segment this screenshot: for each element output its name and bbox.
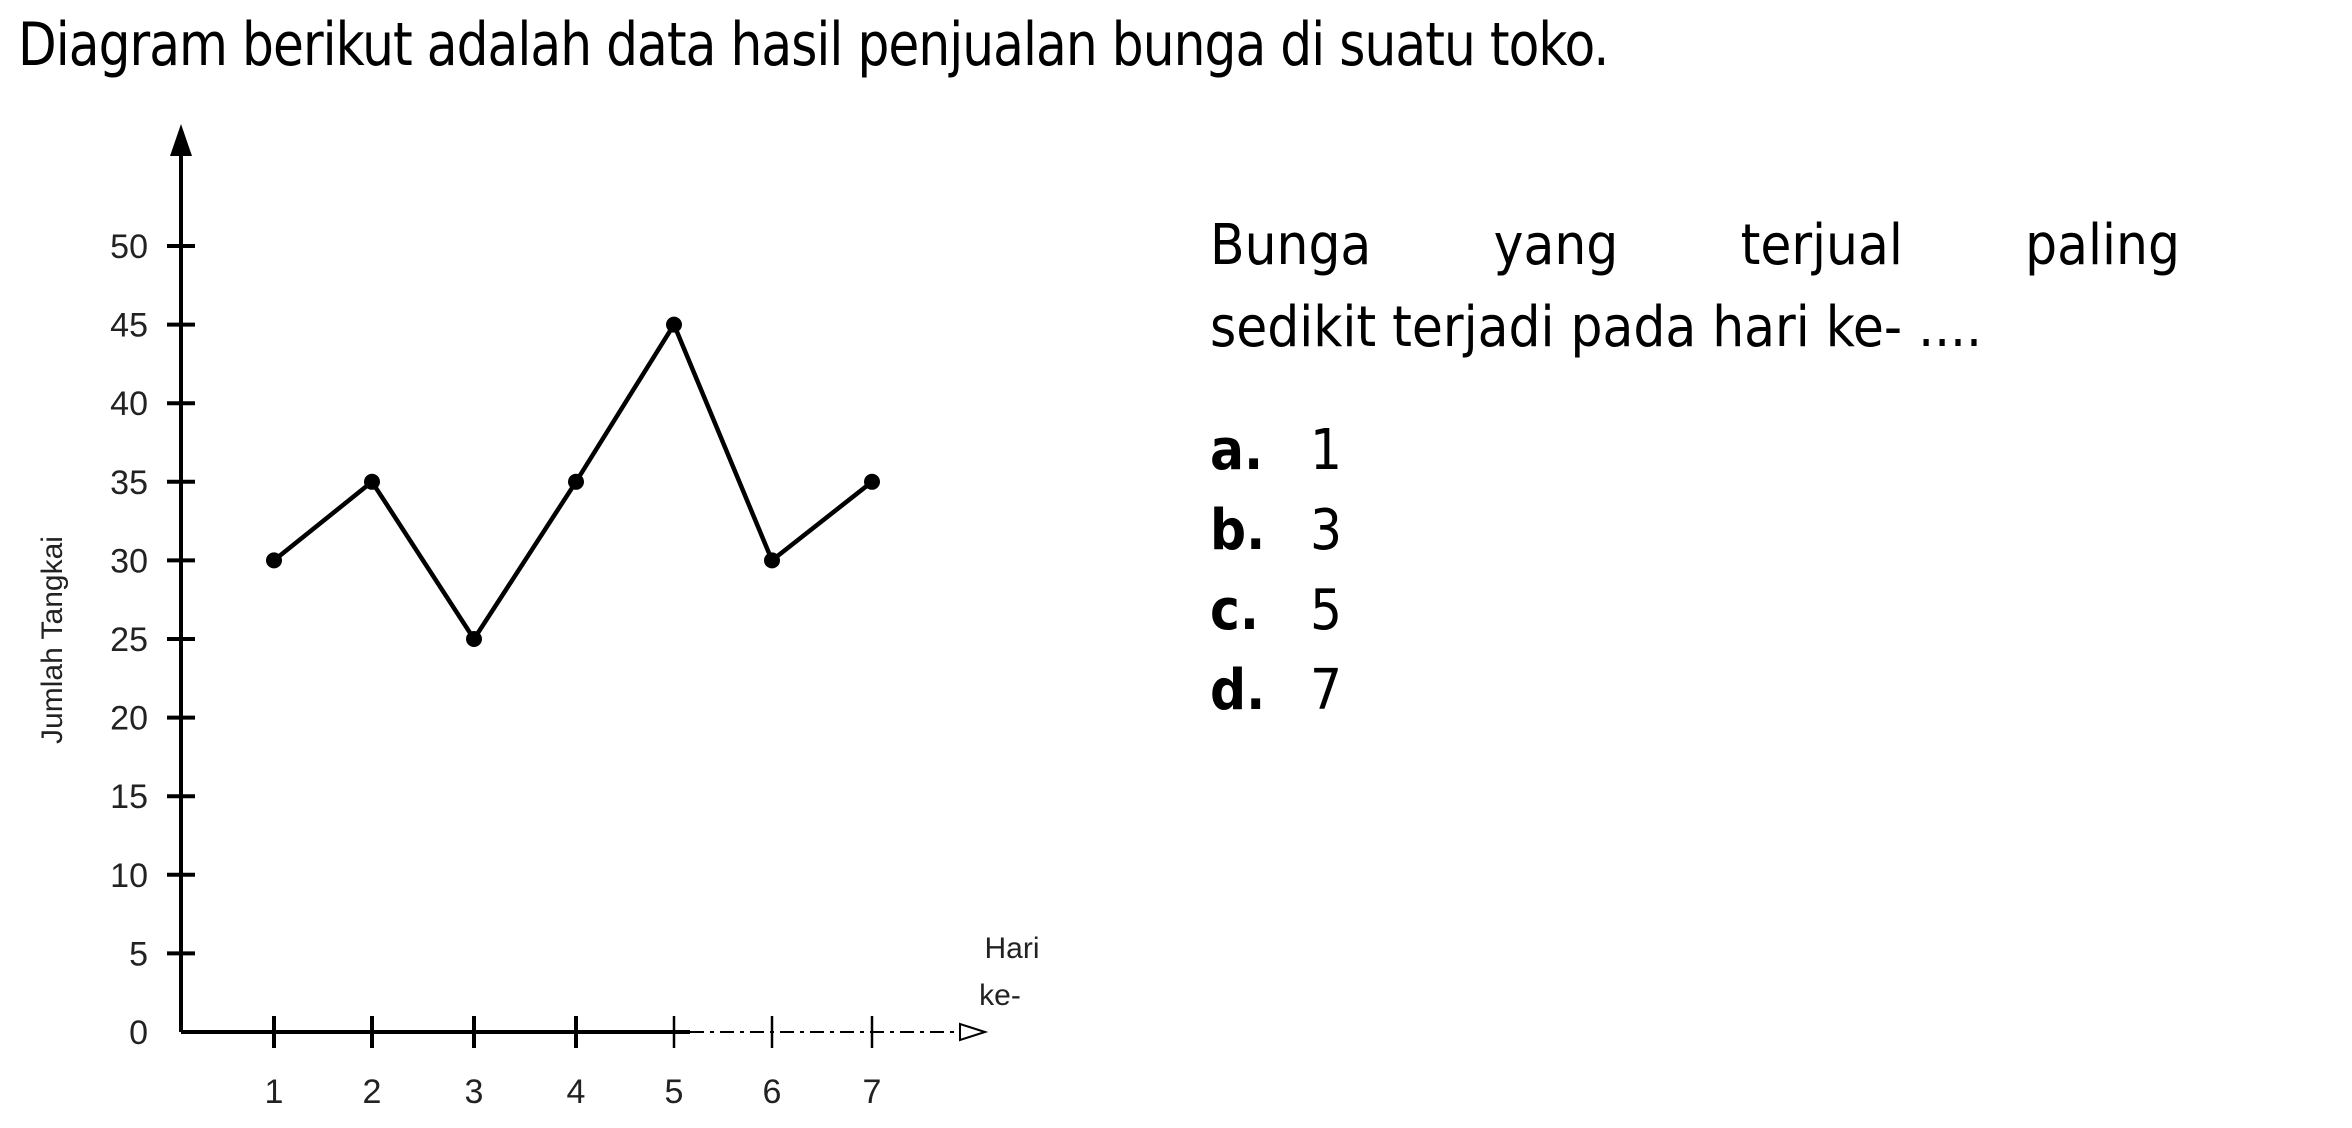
y-tick-label: 25 <box>110 621 148 659</box>
data-point <box>864 473 880 490</box>
option-value: 1 <box>1310 417 1343 483</box>
option-letter: c. <box>1210 577 1259 643</box>
question-word: terjual <box>1740 213 1903 278</box>
y-axis-arrow-icon <box>170 124 192 156</box>
data-point <box>764 552 780 569</box>
question-line-1: Bunga yang terjual paling <box>1210 205 2180 287</box>
y-tick-label: 10 <box>110 857 148 895</box>
x-tick-label: 5 <box>665 1073 684 1111</box>
option-value: 3 <box>1310 497 1343 563</box>
option-b[interactable]: b. 3 <box>1210 490 1342 570</box>
x-tick-label: 1 <box>265 1073 284 1111</box>
axes <box>170 124 989 1042</box>
series <box>266 316 880 647</box>
option-c[interactable]: c. 5 <box>1210 570 1342 650</box>
x-axis-arrow-icon <box>959 1022 989 1042</box>
option-letter: a. <box>1210 417 1264 483</box>
y-tick-label: 40 <box>110 385 148 423</box>
answer-options: a. 1 b. 3 c. 5 d. 7 <box>1210 410 1342 730</box>
y-tick-label: 15 <box>110 778 148 816</box>
x-tick-label: 6 <box>763 1073 782 1111</box>
question-text: Bunga yang terjual paling sedikit terjad… <box>1210 205 2210 369</box>
y-tick-label: 0 <box>129 1014 148 1052</box>
data-point <box>266 552 282 569</box>
y-tick-label: 35 <box>110 464 148 502</box>
x-tick-label: 3 <box>465 1073 484 1111</box>
question-line-2: sedikit terjadi pada hari ke- .... <box>1210 295 1983 360</box>
data-point <box>364 473 380 490</box>
option-letter: d. <box>1210 657 1266 723</box>
data-point <box>466 631 482 647</box>
y-tick-label: 5 <box>129 935 148 973</box>
data-point <box>568 473 584 490</box>
x-tick-label: 4 <box>567 1073 586 1111</box>
y-axis-label: Jumlah Tangkai <box>36 536 69 744</box>
y-tick-label: 30 <box>110 542 148 580</box>
line-chart: 05101520253035404550 1234567 Jumlah Tang… <box>36 124 1040 1111</box>
question-word: Bunga <box>1210 213 1372 278</box>
x-tick-label: 2 <box>363 1073 382 1111</box>
question-word: yang <box>1493 213 1619 278</box>
data-point <box>666 316 682 333</box>
option-value: 5 <box>1310 577 1343 643</box>
x-axis-label-line1: Hari <box>984 932 1039 965</box>
option-d[interactable]: d. 7 <box>1210 650 1342 730</box>
x-axis-label-line2: ke- <box>979 979 1021 1012</box>
option-letter: b. <box>1210 497 1266 563</box>
y-tick-label: 50 <box>110 228 148 266</box>
y-tick-label: 45 <box>110 307 148 345</box>
option-a[interactable]: a. 1 <box>1210 410 1342 490</box>
question-word: paling <box>2025 213 2180 278</box>
x-tick-label: 7 <box>863 1073 882 1111</box>
y-tick-label: 20 <box>110 700 148 738</box>
option-value: 7 <box>1310 657 1343 723</box>
